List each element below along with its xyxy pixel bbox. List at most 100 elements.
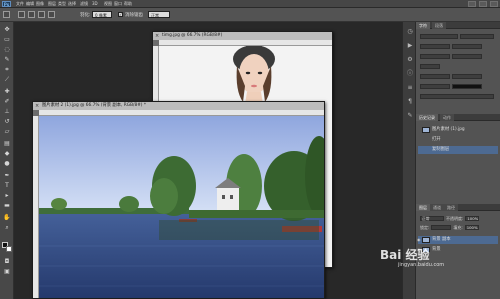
zoom-tool-icon[interactable]: ⌕	[3, 224, 11, 231]
paragraph-icon[interactable]: ¶	[406, 98, 414, 106]
font-style-field[interactable]	[460, 34, 494, 39]
brush-tool-icon[interactable]: ✐	[3, 98, 11, 105]
add-selection-icon[interactable]	[28, 11, 35, 18]
font-family-field[interactable]	[420, 34, 458, 39]
clone-stamp-icon[interactable]: ⊥	[3, 108, 11, 115]
eyedropper-icon[interactable]: ⟋	[3, 76, 11, 83]
tracking-field[interactable]	[452, 54, 482, 59]
tab-character[interactable]: 字符	[416, 22, 430, 29]
blend-mode-select[interactable]: 正常	[420, 216, 444, 221]
size-row	[420, 44, 482, 49]
hand-tool-icon[interactable]: ✋	[3, 214, 11, 221]
subtract-selection-icon[interactable]	[38, 11, 45, 18]
gradient-icon[interactable]: ▤	[3, 140, 11, 147]
menu-filter[interactable]: 滤镜	[80, 1, 88, 7]
vscale-row	[420, 74, 482, 79]
text-style-row[interactable]	[420, 94, 494, 99]
antialias-checkbox[interactable]: ✓	[118, 12, 123, 17]
menu-type[interactable]: 类型	[58, 1, 66, 7]
close-icon[interactable]: ×	[155, 33, 160, 39]
layer-row[interactable]: ◉ 背景	[417, 246, 498, 254]
history-brush-icon[interactable]: ↺	[3, 118, 11, 125]
leading-field[interactable]	[452, 44, 482, 49]
brush-preset-icon[interactable]: ✎	[406, 112, 414, 120]
marquee-tool-icon[interactable]	[3, 11, 10, 18]
crop-tool-icon[interactable]: ⌗	[3, 66, 11, 73]
info-icon[interactable]: ⓘ	[406, 70, 414, 78]
font-size-field[interactable]	[420, 44, 450, 49]
watermark-logo: Bai 经验	[380, 248, 430, 262]
history-thumbnail	[422, 127, 430, 133]
tab-channels[interactable]: 通道	[430, 204, 444, 211]
maximize-button[interactable]	[479, 1, 487, 7]
adjust-icon[interactable]: ⚙	[406, 56, 414, 64]
menu-window[interactable]: 窗口	[114, 1, 122, 7]
background-color-swatch[interactable]	[6, 246, 12, 252]
layer-row[interactable]: ◉ 背景 副本	[417, 236, 498, 244]
document-window-landscape[interactable]: × 图片素材 2 (1).jpg @ 66.7% (背景 副本, RGB/8#)…	[32, 101, 325, 299]
landscape-image	[39, 116, 324, 298]
document-title: 图片素材 2 (1).jpg @ 66.7% (背景 副本, RGB/8#) *	[42, 103, 146, 108]
screen-mode-icon[interactable]: ▣	[3, 268, 11, 275]
tab-actions[interactable]: 动作	[440, 114, 454, 121]
new-selection-icon[interactable]	[18, 11, 25, 18]
move-tool-icon[interactable]: ✥	[3, 26, 11, 33]
lock-buttons[interactable]	[431, 225, 452, 230]
text-style-buttons	[420, 94, 494, 99]
dodge-tool-icon[interactable]: ●	[3, 160, 11, 167]
close-icon[interactable]: ×	[35, 103, 40, 109]
actions-icon[interactable]: ▶	[406, 42, 414, 50]
menu-file[interactable]: 文件	[16, 1, 24, 7]
eraser-icon[interactable]: ▱	[3, 128, 11, 135]
path-select-icon[interactable]: ▸	[3, 192, 11, 199]
marquee-tool-icon[interactable]: ▭	[3, 36, 11, 43]
style-select[interactable]: 正常	[148, 11, 170, 18]
quick-mask-icon[interactable]: ◘	[3, 258, 11, 265]
history-item[interactable]: 图片素材 (1).jpg	[418, 126, 498, 134]
shape-tool-icon[interactable]: ▬	[3, 202, 11, 209]
landscape-canvas[interactable]	[39, 116, 324, 298]
layer-thumbnail	[422, 237, 430, 243]
kerning-field[interactable]	[420, 54, 450, 59]
menu-view[interactable]: 视图	[104, 1, 112, 7]
healing-brush-icon[interactable]: ✚	[3, 88, 11, 95]
fill-field[interactable]: 100%	[464, 225, 479, 230]
minimize-button[interactable]	[468, 1, 476, 7]
opacity-field[interactable]: 100%	[465, 216, 480, 221]
tab-paths[interactable]: 路径	[444, 204, 458, 211]
tab-history[interactable]: 历史记录	[416, 114, 438, 121]
quick-select-icon[interactable]: ✎	[3, 56, 11, 63]
blur-tool-icon[interactable]: ◆	[3, 150, 11, 157]
history-item[interactable]: 打开	[418, 136, 498, 144]
feather-input[interactable]: 0 像素	[92, 11, 112, 18]
history-icon[interactable]: ◷	[406, 28, 414, 36]
type-tool-icon[interactable]: T	[3, 182, 11, 189]
menu-help[interactable]: 帮助	[124, 1, 132, 7]
menu-select[interactable]: 选择	[68, 1, 76, 7]
eye-icon[interactable]: ◉	[417, 236, 421, 244]
tab-paragraph[interactable]: 段落	[432, 22, 446, 29]
history-item[interactable]: 复制图层	[418, 146, 498, 154]
horizontal-scale-field[interactable]	[452, 74, 482, 79]
baseline-field[interactable]	[420, 84, 450, 89]
text-color-swatch[interactable]	[452, 84, 482, 89]
menu-layer[interactable]: 图层	[48, 1, 56, 7]
tools-panel: ✥ ▭ ◌ ✎ ⌗ ⟋ ✚ ✐ ⊥ ↺ ▱ ▤ ◆ ● ✒ T ▸ ▬ ✋ ⌕ …	[0, 22, 14, 299]
menu-3d[interactable]: 3D	[92, 1, 98, 7]
menu-bar: Ps 文件 编辑 图像 图层 类型 选择 滤镜 3D 视图 窗口 帮助	[0, 0, 500, 8]
properties-icon[interactable]: ≡	[406, 84, 414, 92]
antialias-label: 消除锯齿	[125, 13, 143, 18]
window-controls	[468, 1, 498, 7]
menu-image[interactable]: 图像	[36, 1, 44, 7]
scale-field[interactable]	[420, 64, 440, 69]
close-button[interactable]	[490, 1, 498, 7]
watermark-domain: jingyan.baidu.com	[398, 262, 445, 268]
tab-layers[interactable]: 图层	[416, 204, 430, 211]
intersect-selection-icon[interactable]	[48, 11, 55, 18]
menu-edit[interactable]: 编辑	[26, 1, 34, 7]
document-title-bar[interactable]: × timg.jpg @ 66.7% (RGB/8#)	[153, 32, 332, 40]
lasso-tool-icon[interactable]: ◌	[3, 46, 11, 53]
vertical-scale-field[interactable]	[420, 74, 450, 79]
document-title-bar[interactable]: × 图片素材 2 (1).jpg @ 66.7% (背景 副本, RGB/8#)…	[33, 102, 324, 110]
pen-tool-icon[interactable]: ✒	[3, 172, 11, 179]
